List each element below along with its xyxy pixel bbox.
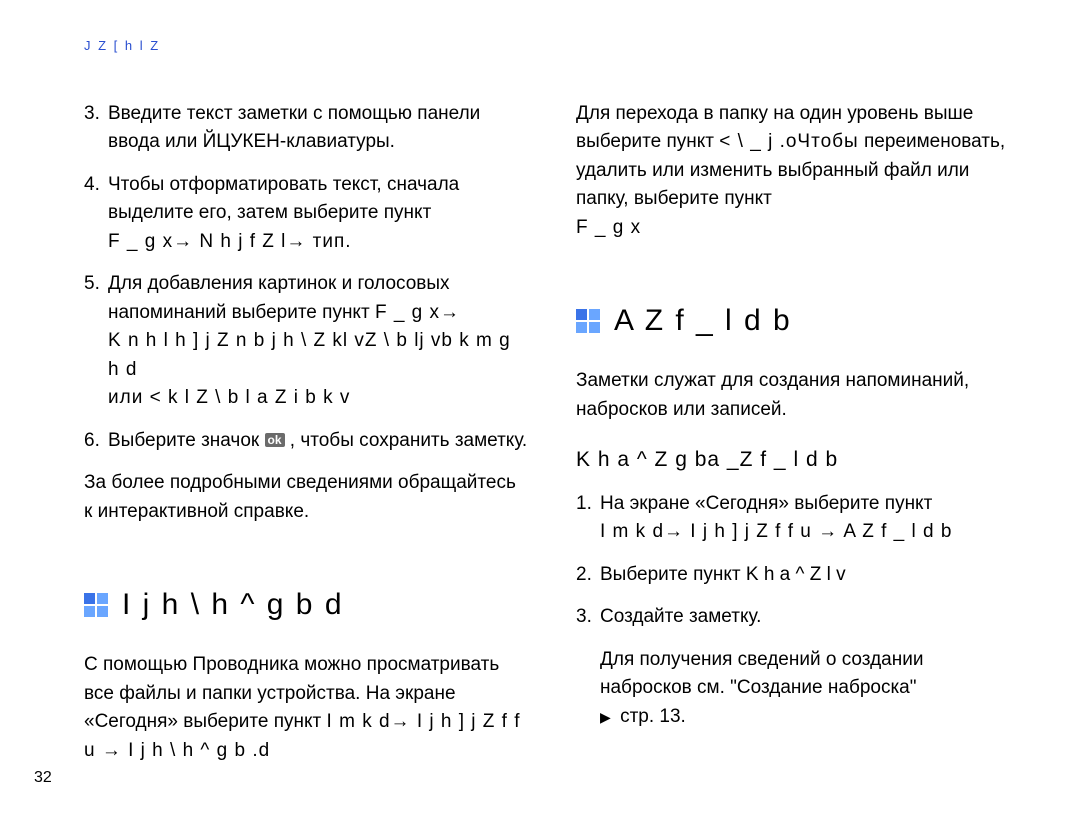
- arrow-right-icon: [600, 706, 615, 727]
- list-item: 3. Введите текст заметки с помощью панел…: [84, 100, 528, 157]
- menu-path: F _ g x: [576, 217, 641, 238]
- page-ref: стр. 13.: [620, 706, 686, 727]
- menu-path: I m k d→ I j h ] j Z f f u → A Z f _ l d…: [600, 521, 952, 542]
- list-body: Чтобы отформатировать текст, сначала выд…: [108, 171, 528, 257]
- breadcrumb: J Z [ h l Z: [84, 36, 1020, 56]
- list-item: 1. На экране «Сегодня» выберите пункт I …: [576, 490, 1020, 547]
- page-number: 32: [34, 766, 52, 790]
- menu-path: < \ _ j .oЧтобы: [719, 131, 858, 152]
- list-number: 3.: [576, 603, 600, 632]
- list-text: На экране «Сегодня» выберите пункт: [600, 493, 932, 514]
- grid-icon: [84, 593, 108, 617]
- list-text: Выберите значок: [108, 430, 265, 451]
- list-body: Для добавления картинок и голосовых напо…: [108, 270, 528, 413]
- list-body: Выберите значок ok , чтобы сохранить зам…: [108, 427, 528, 456]
- subheading: K h a ^ Z g ba _Z f _ l d b: [576, 444, 1020, 476]
- list-body: Выберите пункт K h a ^ Z l v: [600, 561, 1020, 590]
- menu-path: K n h l h ] j Z n b j h \ Z kl vZ \ b lj…: [108, 330, 511, 380]
- list-item: 5. Для добавления картинок и голосовых н…: [84, 270, 528, 413]
- grid-icon: [576, 309, 600, 333]
- paragraph: За более подробными сведениями обращайте…: [84, 469, 528, 526]
- body-text: Для получения сведений о создании наброс…: [600, 649, 923, 699]
- list-item: 3. Создайте заметку.: [576, 603, 1020, 632]
- list-body: Введите текст заметки с помощью панели в…: [108, 100, 528, 157]
- left-column: 3. Введите текст заметки с помощью панел…: [84, 100, 528, 778]
- list-text: Чтобы отформатировать текст, сначала выд…: [108, 174, 459, 224]
- ok-icon: ok: [265, 433, 285, 447]
- list-number: 2.: [576, 561, 600, 590]
- list-item: 2. Выберите пункт K h a ^ Z l v: [576, 561, 1020, 590]
- section-heading: I j h \ h ^ g b d: [84, 582, 528, 627]
- paragraph: Заметки служат для создания напоминаний,…: [576, 367, 1020, 424]
- list-item: 6. Выберите значок ok , чтобы сохранить …: [84, 427, 528, 456]
- list-body: Создайте заметку.: [600, 603, 1020, 632]
- list-item: 4. Чтобы отформатировать текст, сначала …: [84, 171, 528, 257]
- list-number: 5.: [84, 270, 108, 413]
- heading-text: A Z f _ l d b: [614, 298, 792, 343]
- paragraph: С помощью Проводника можно просматривать…: [84, 651, 528, 765]
- menu-path: или < k l Z \ b l a Z i b k v: [108, 387, 350, 408]
- list-body: На экране «Сегодня» выберите пункт I m k…: [600, 490, 1020, 547]
- list-text: , чтобы сохранить заметку.: [290, 430, 527, 451]
- paragraph: Для получения сведений о создании наброс…: [600, 646, 1020, 732]
- heading-text: I j h \ h ^ g b d: [122, 582, 344, 627]
- menu-path: F _ g x→: [375, 302, 460, 323]
- list-number: 4.: [84, 171, 108, 257]
- paragraph: Для перехода в папку на один уровень выш…: [576, 100, 1020, 243]
- list-number: 3.: [84, 100, 108, 157]
- right-column: Для перехода в папку на один уровень выш…: [576, 100, 1020, 778]
- menu-path: F _ g x→ N h j f Z l→ тип.: [108, 231, 352, 252]
- section-heading: A Z f _ l d b: [576, 298, 1020, 343]
- list-number: 1.: [576, 490, 600, 547]
- list-number: 6.: [84, 427, 108, 456]
